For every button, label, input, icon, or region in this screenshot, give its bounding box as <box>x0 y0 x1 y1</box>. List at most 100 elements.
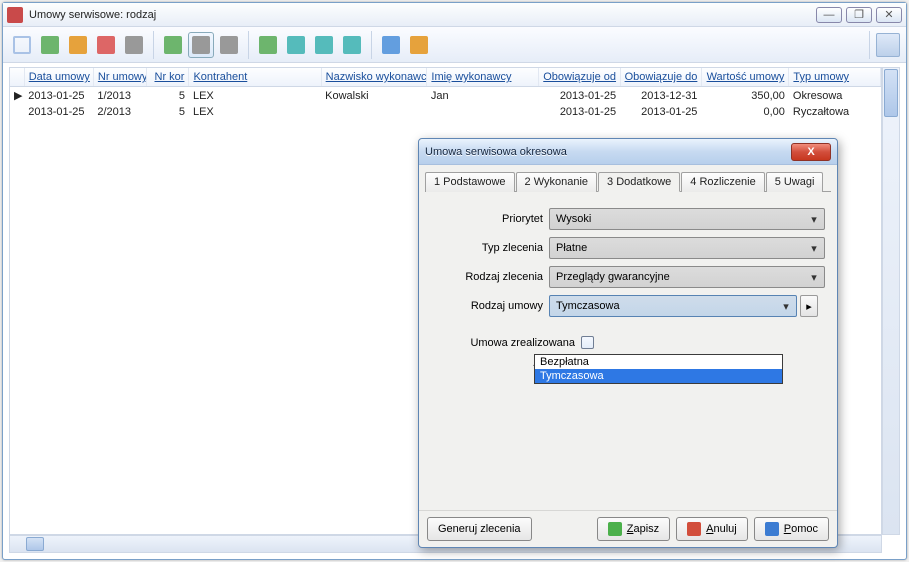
col-kontrahent[interactable]: Kontrahent <box>189 68 321 87</box>
clipboard-icon <box>410 36 428 54</box>
check-icon <box>608 522 622 536</box>
cell: 2013-01-25 <box>539 87 620 105</box>
col-typ[interactable]: Typ umowy <box>789 68 881 87</box>
toolbar-filter1-button[interactable] <box>283 32 309 58</box>
app-icon <box>7 7 23 23</box>
row-pointer-icon: ▶ <box>10 87 24 105</box>
toolbar-fa-button[interactable] <box>378 32 404 58</box>
col-obow-od[interactable]: Obowiązuje od <box>539 68 620 87</box>
cell: Kowalski <box>321 87 427 105</box>
dialog-title: Umowa serwisowa okresowa <box>425 146 567 158</box>
rodzaj-umowy-dropdown[interactable]: Bezpłatna Tymczasowa <box>534 354 783 384</box>
priorytet-combobox[interactable]: Wysoki ▾ <box>549 208 825 230</box>
chevron-down-icon: ▾ <box>806 211 822 227</box>
rodzaj-umowy-combobox[interactable]: Tymczasowa ▾ <box>549 295 797 317</box>
tab-podstawowe[interactable]: 1 Podstawowe <box>425 172 515 192</box>
window-title: Umowy serwisowe: rodzaj <box>29 9 812 21</box>
dialog-umowa-serwisowa: Umowa serwisowa okresowa X 1 Podstawowe … <box>418 138 838 548</box>
toolbar-add-button[interactable] <box>37 32 63 58</box>
toolbar-clipboard-button[interactable] <box>406 32 432 58</box>
typ-zlecenia-combobox[interactable]: Płatne ▾ <box>549 237 825 259</box>
grid-header[interactable]: Data umowy Nr umowy Nr kor Kontrahent Na… <box>10 68 881 87</box>
row-pointer-icon <box>10 104 24 120</box>
dropdown-option-tymczasowa[interactable]: Tymczasowa <box>535 369 782 383</box>
separator <box>153 31 154 59</box>
cell <box>321 104 427 120</box>
cell: Okresowa <box>789 87 881 105</box>
col-obow-do[interactable]: Obowiązuje do <box>620 68 701 87</box>
dialog-titlebar[interactable]: Umowa serwisowa okresowa X <box>419 139 837 165</box>
dropdown-option-bezplatna[interactable]: Bezpłatna <box>535 355 782 369</box>
minimize-button[interactable]: — <box>816 7 842 23</box>
cell <box>427 104 539 120</box>
zapisz-button[interactable]: Zapisz <box>597 517 670 541</box>
toolbar-filter2-button[interactable] <box>311 32 337 58</box>
rodzaj-zlecenia-label: Rodzaj zlecenia <box>431 271 549 283</box>
cell: Ryczałtowa <box>789 104 881 120</box>
combobox-value: Tymczasowa <box>556 300 620 312</box>
toolbar-edit-button[interactable] <box>65 32 91 58</box>
basket-icon <box>192 36 210 54</box>
document-icon <box>382 36 400 54</box>
search-icon <box>13 36 31 54</box>
funnel-icon <box>343 36 361 54</box>
cell: 2013-01-25 <box>24 104 93 120</box>
cell: LEX <box>189 104 321 120</box>
tab-dodatkowe[interactable]: 3 Dodatkowe <box>598 172 680 192</box>
col-imie-wyk[interactable]: Imię wykonawcy <box>427 68 539 87</box>
toolbar-export-button[interactable] <box>160 32 186 58</box>
col-wartosc[interactable]: Wartość umowy <box>701 68 788 87</box>
combobox-value: Płatne <box>556 242 587 254</box>
toolbar-filter3-button[interactable] <box>339 32 365 58</box>
cell: LEX <box>189 87 321 105</box>
delete-icon <box>97 36 115 54</box>
toolbar-delete-button[interactable] <box>93 32 119 58</box>
toolbar-search-button[interactable] <box>9 32 35 58</box>
scrollbar-thumb[interactable] <box>884 69 898 117</box>
toolbar-view-button[interactable] <box>876 33 900 57</box>
rodzaj-zlecenia-combobox[interactable]: Przeglądy gwarancyjne ▾ <box>549 266 825 288</box>
rodzaj-umowy-lookup-button[interactable]: ▸ <box>800 295 818 317</box>
umowa-zrealizowana-checkbox[interactable] <box>581 336 594 349</box>
toolbar-sort-button[interactable] <box>255 32 281 58</box>
chevron-down-icon: ▾ <box>806 240 822 256</box>
toolbar-print-button[interactable] <box>121 32 147 58</box>
col-data-umowy[interactable]: Data umowy <box>24 68 93 87</box>
chevron-down-icon: ▾ <box>778 298 794 314</box>
funnel-icon <box>315 36 333 54</box>
scrollbar-thumb[interactable] <box>26 537 44 551</box>
titlebar[interactable]: Umowy serwisowe: rodzaj — ❐ ✕ <box>3 3 906 27</box>
table-row[interactable]: ▶ 2013-01-25 1/2013 5 LEX Kowalski Jan 2… <box>10 87 881 105</box>
generuj-zlecenia-button[interactable]: Generuj zlecenia <box>427 517 532 541</box>
pomoc-button[interactable]: Pomoc <box>754 517 829 541</box>
toolbar-lock-button[interactable] <box>216 32 242 58</box>
combobox-value: Wysoki <box>556 213 591 225</box>
col-nr-umowy[interactable]: Nr umowy <box>93 68 146 87</box>
cell: 2013-01-25 <box>620 104 701 120</box>
sort-icon <box>259 36 277 54</box>
priorytet-label: Priorytet <box>431 213 549 225</box>
cell: 5 <box>146 104 189 120</box>
arrow-right-icon: ▸ <box>806 300 812 313</box>
dialog-tabs: 1 Podstawowe 2 Wykonanie 3 Dodatkowe 4 R… <box>425 171 831 192</box>
col-nr-kor[interactable]: Nr kor <box>146 68 189 87</box>
cell: 2013-01-25 <box>24 87 93 105</box>
dialog-footer: Generuj zlecenia Zapisz Anuluj Pomoc <box>419 510 837 547</box>
separator <box>869 31 870 59</box>
vertical-scrollbar[interactable] <box>882 67 900 535</box>
toolbar-active-button[interactable] <box>188 32 214 58</box>
maximize-button[interactable]: ❐ <box>846 7 872 23</box>
cell: 1/2013 <box>93 87 146 105</box>
lock-icon <box>220 36 238 54</box>
cell: Jan <box>427 87 539 105</box>
tab-uwagi[interactable]: 5 Uwagi <box>766 172 824 192</box>
cell: 2013-01-25 <box>539 104 620 120</box>
col-nazwisko-wyk[interactable]: Nazwisko wykonawcy <box>321 68 427 87</box>
tab-wykonanie[interactable]: 2 Wykonanie <box>516 172 598 192</box>
table-row[interactable]: 2013-01-25 2/2013 5 LEX 2013-01-25 2013-… <box>10 104 881 120</box>
anuluj-button[interactable]: Anuluj <box>676 517 748 541</box>
edit-icon <box>69 36 87 54</box>
close-button[interactable]: ✕ <box>876 7 902 23</box>
tab-rozliczenie[interactable]: 4 Rozliczenie <box>681 172 764 192</box>
dialog-close-button[interactable]: X <box>791 143 831 161</box>
